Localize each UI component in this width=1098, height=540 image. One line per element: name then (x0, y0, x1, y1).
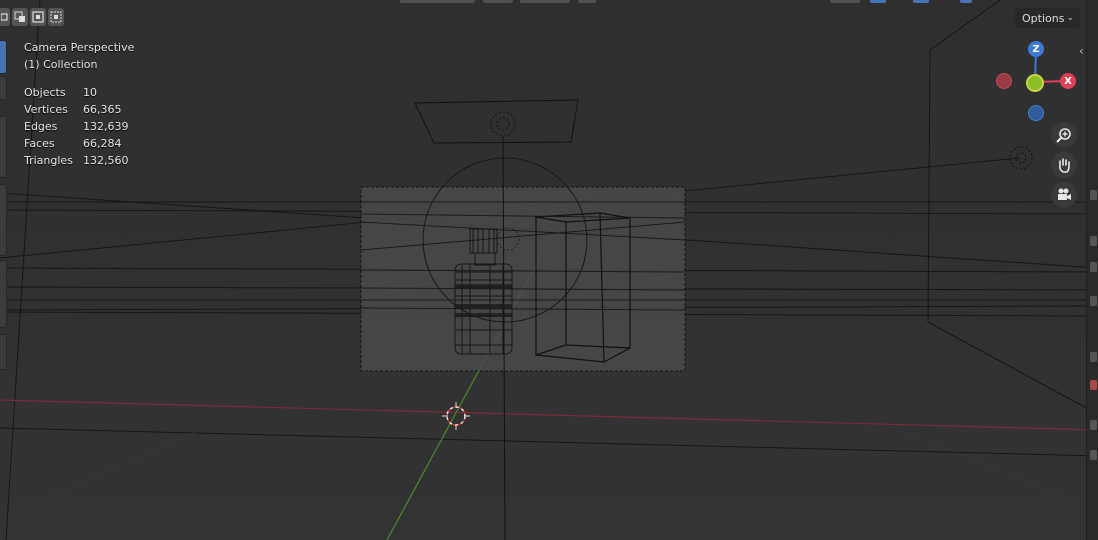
gizmo-y-axis[interactable] (1026, 74, 1044, 92)
properties-panel-edge (1086, 0, 1098, 540)
tool-move[interactable] (0, 116, 7, 178)
select-intersect-icon (50, 11, 62, 23)
chevron-down-icon: ⌄ (1066, 13, 1074, 23)
tool-select-box[interactable] (0, 40, 7, 74)
header-button[interactable] (578, 0, 596, 3)
select-subtract-button[interactable] (30, 8, 46, 26)
header-button-active[interactable] (960, 0, 972, 3)
panel-tab[interactable] (1090, 420, 1097, 430)
stat-label: Objects (24, 86, 66, 99)
pan-button[interactable] (1051, 152, 1077, 178)
zoom-button[interactable] (1051, 122, 1077, 148)
stat-value: 66,284 (83, 137, 122, 150)
scene-wireframe (0, 0, 1098, 540)
stat-value: 132,639 (83, 120, 129, 133)
gizmo-z-axis[interactable]: Z (1028, 41, 1044, 57)
header-button-active[interactable] (913, 0, 929, 3)
tool-add[interactable] (0, 334, 7, 370)
gizmo-neg-z-axis[interactable] (1028, 105, 1044, 121)
panel-tab[interactable] (1090, 190, 1097, 200)
stat-value: 10 (83, 86, 97, 99)
camera-icon (1058, 188, 1071, 200)
stat-label: Edges (24, 120, 58, 133)
select-intersect-button[interactable] (48, 8, 64, 26)
panel-tab[interactable] (1090, 296, 1097, 306)
select-extend-button[interactable] (12, 8, 28, 26)
stat-row: Faces 66,284 (24, 135, 134, 152)
zoom-in-icon (1056, 128, 1071, 143)
stat-label: Triangles (24, 154, 73, 167)
collection-label: (1) Collection (24, 58, 98, 71)
camera-view-button[interactable] (1051, 182, 1077, 208)
hand-icon (1059, 158, 1070, 173)
options-dropdown[interactable]: Options ⌄ (1015, 8, 1080, 28)
stat-label: Vertices (24, 103, 68, 116)
panel-tab[interactable] (1090, 450, 1097, 460)
stat-value: 66,365 (83, 103, 122, 116)
gizmo-neg-x-axis[interactable] (996, 73, 1012, 89)
stat-label: Faces (24, 137, 55, 150)
header-button[interactable] (520, 0, 570, 3)
tool-measure[interactable] (0, 260, 7, 328)
selection-mode-toolbar (0, 8, 64, 26)
panel-tab[interactable] (1090, 380, 1097, 390)
stat-row: Edges 132,639 (24, 118, 134, 135)
panel-tab[interactable] (1090, 262, 1097, 272)
view-mode-label: Camera Perspective (24, 41, 135, 54)
tool-cursor[interactable] (0, 76, 7, 100)
header-button[interactable] (483, 0, 513, 3)
select-box-icon (1, 13, 8, 21)
x-axis-label: X (1064, 75, 1072, 87)
select-mode-button[interactable] (0, 8, 10, 26)
select-extend-icon (14, 11, 25, 22)
stat-row: Objects 10 (24, 84, 134, 101)
header-button-active[interactable] (870, 0, 886, 3)
header-button[interactable] (830, 0, 860, 3)
stat-value: 132,560 (83, 154, 129, 167)
select-subtract-icon (32, 11, 44, 23)
3d-viewport[interactable]: Camera Perspective (1) Collection Object… (0, 0, 1098, 540)
stat-row: Triangles 132,560 (24, 152, 134, 169)
panel-tab[interactable] (1090, 236, 1097, 246)
options-label: Options (1022, 11, 1065, 25)
header-button[interactable] (400, 0, 475, 3)
gizmo-x-axis[interactable]: X (1060, 73, 1076, 89)
panel-tab[interactable] (1090, 352, 1097, 362)
z-axis-label: Z (1032, 43, 1040, 55)
stat-row: Vertices 66,365 (24, 101, 134, 118)
tool-annotate[interactable] (0, 184, 7, 256)
viewport-stats-overlay: Camera Perspective (1) Collection Object… (24, 39, 134, 169)
